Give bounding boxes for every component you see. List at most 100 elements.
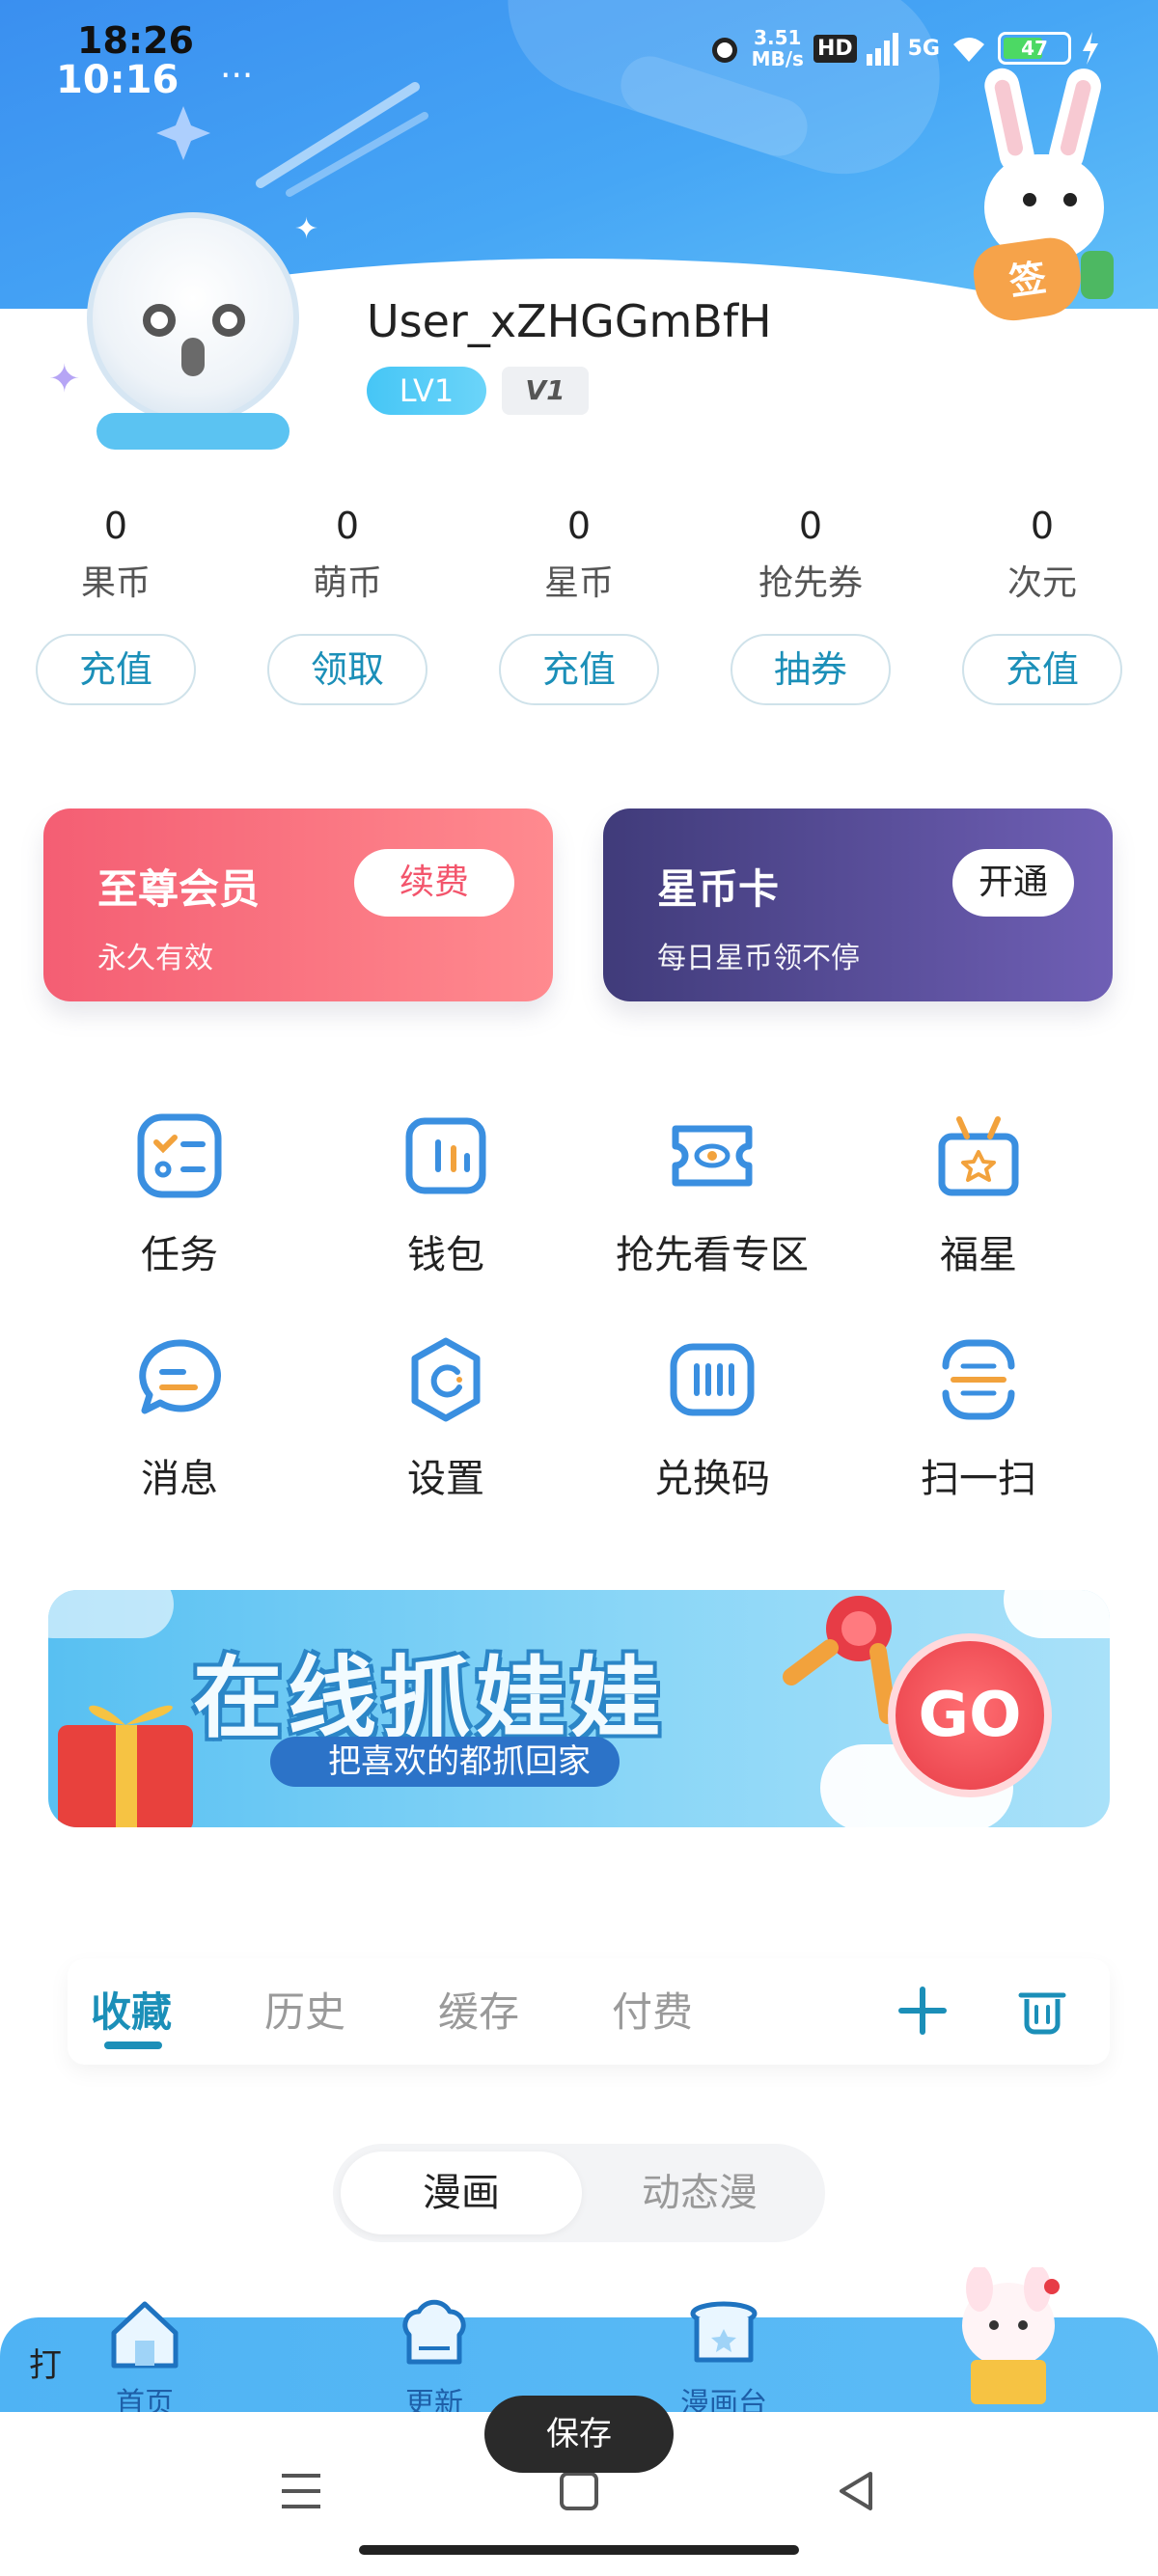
home-icon — [111, 2301, 179, 2369]
status-time: 10:16 — [56, 58, 179, 102]
scan-icon — [942, 1339, 1015, 1420]
net-type: 5G — [907, 36, 940, 61]
claw-machine-banner[interactable]: 在线抓娃娃 把喜欢的都抓回家 GO — [48, 1590, 1110, 1827]
avatar-eye-left — [143, 304, 176, 337]
grid-label: 福星 — [940, 1233, 1017, 1277]
trash-icon[interactable] — [1015, 1984, 1069, 2038]
tab-history[interactable]: 历史 — [264, 1980, 345, 2039]
draw-coupon-button[interactable]: 抽券 — [731, 634, 891, 705]
currency-value: 0 — [566, 505, 592, 547]
tab-favorites[interactable]: 收藏 — [91, 1980, 172, 2039]
currency-ciyuan: 0 次元 充值 — [946, 497, 1139, 705]
net-speed-value: 3.51 — [754, 26, 802, 49]
chef-hat-icon — [402, 2299, 466, 2365]
app-screen: 18:26 10:16 ··· 3.51 MB/s HD 5G 47 ✦ ✦ U… — [0, 0, 1158, 2576]
currency-xingbi: 0 星币 充值 — [482, 497, 676, 705]
claim-mengbi-button[interactable]: 领取 — [267, 634, 427, 705]
currency-value: 0 — [798, 505, 823, 547]
vip-card-title: 至尊会员 — [97, 865, 261, 913]
star-card-subtitle: 每日星币领不停 — [657, 942, 860, 975]
grid-item-preview[interactable]: 抢先看专区 — [579, 1110, 845, 1279]
star-card-title: 星币卡 — [657, 865, 780, 913]
avatar[interactable]: ✦ ✦ — [48, 193, 319, 463]
wifi-icon — [953, 38, 984, 62]
currency-value: 0 — [103, 505, 128, 547]
currency-label: 果币 — [80, 563, 151, 603]
grid-item-redeem[interactable]: 兑换码 — [579, 1333, 845, 1503]
vip-card[interactable]: 至尊会员 永久有效 续费 — [43, 808, 553, 1001]
menu-icon[interactable] — [272, 2462, 330, 2520]
nav-comic-stage[interactable]: 漫画台 — [647, 2296, 801, 2422]
feature-grid: 任务 钱包 抢先看专区 福星 消息 设置 兑换码 扫一扫 — [0, 1110, 1158, 1534]
carrot-leaf-icon — [1081, 251, 1114, 299]
banner-go-button[interactable]: GO — [888, 1633, 1052, 1797]
grid-label: 钱包 — [407, 1233, 484, 1277]
rabbit-eye-left — [1023, 193, 1036, 206]
nav-mascot-icon[interactable] — [936, 2267, 1081, 2412]
add-icon[interactable] — [896, 1984, 950, 2038]
sign-in-rabbit[interactable]: 签 — [969, 65, 1119, 326]
status-time-back: 18:26 — [77, 19, 194, 62]
currency-value: 0 — [335, 505, 360, 547]
status-right-group: 3.51 MB/s HD 5G 47 — [707, 27, 1100, 69]
sparkle-icon: ✦ — [48, 357, 81, 401]
recharge-xingbi-button[interactable]: 充值 — [499, 634, 659, 705]
home-indicator[interactable] — [359, 2545, 799, 2555]
avatar-helmet-ring — [96, 413, 290, 450]
barcode-icon — [670, 1343, 755, 1416]
rabbit-eye-right — [1063, 193, 1077, 206]
back-icon[interactable] — [828, 2462, 886, 2520]
nav-update[interactable]: 更新 — [357, 2296, 511, 2422]
currency-label: 萌币 — [312, 563, 382, 603]
grid-item-wallet[interactable]: 钱包 — [313, 1110, 579, 1279]
level-badge[interactable]: LV1 — [367, 367, 486, 415]
recharge-guobi-button[interactable]: 充值 — [36, 634, 196, 705]
vip-card-subtitle: 永久有效 — [97, 942, 213, 975]
signal-icon — [866, 31, 898, 66]
currency-value: 0 — [1030, 505, 1055, 547]
grid-item-message[interactable]: 消息 — [46, 1333, 313, 1503]
grid-label: 扫一扫 — [921, 1457, 1036, 1501]
gift-star-icon — [938, 1116, 1019, 1196]
content-type-segment: 漫画 动态漫 — [333, 2144, 825, 2242]
banner-subtitle: 把喜欢的都抓回家 — [270, 1737, 620, 1787]
activate-button[interactable]: 开通 — [952, 849, 1074, 917]
status-more-dots: ··· — [220, 56, 254, 96]
renew-button[interactable]: 续费 — [354, 849, 514, 917]
wallet-icon — [405, 1117, 486, 1194]
segment-animated-comic[interactable]: 动态漫 — [582, 2151, 817, 2234]
avatar-helmet — [87, 212, 299, 425]
cloud-decoration — [1004, 1590, 1110, 1638]
nav-home[interactable]: 首页 — [68, 2296, 222, 2422]
segment-comic[interactable]: 漫画 — [341, 2151, 582, 2234]
hd-badge: HD — [813, 34, 857, 63]
sparkle-icon: ✦ — [294, 212, 319, 246]
currency-mengbi: 0 萌币 领取 — [251, 497, 444, 705]
username[interactable]: User_xZHGGmBfH — [367, 295, 772, 347]
grid-label: 消息 — [141, 1457, 218, 1501]
gift-box-icon — [58, 1705, 193, 1827]
recharge-ciyuan-button[interactable]: 充值 — [962, 634, 1122, 705]
bottom-nav: 打 首页 更新 漫画台 — [0, 2267, 1158, 2421]
tab-paid[interactable]: 付费 — [612, 1980, 693, 2039]
grid-item-task[interactable]: 任务 — [46, 1110, 313, 1279]
currency-label: 星币 — [543, 563, 614, 603]
grid-item-scan[interactable]: 扫一扫 — [845, 1333, 1112, 1503]
star-coin-card[interactable]: 星币卡 每日星币领不停 开通 — [603, 808, 1113, 1001]
charging-icon — [1083, 32, 1098, 65]
grid-item-fuxing[interactable]: 福星 — [845, 1110, 1112, 1279]
bottom-nav-edge-text: 打 — [29, 2346, 62, 2385]
tab-active-indicator — [104, 2042, 162, 2049]
grid-item-settings[interactable]: 设置 — [313, 1333, 579, 1503]
currency-coupon: 0 抢先券 抽券 — [714, 497, 907, 705]
tab-cache[interactable]: 缓存 — [438, 1980, 519, 2039]
currency-row: 0 果币 充值 0 萌币 领取 0 星币 充值 0 抢先券 抽券 0 次元 充值 — [0, 497, 1158, 719]
avatar-mouth — [181, 338, 205, 376]
vip-level-badge[interactable]: V1 — [502, 367, 589, 415]
net-speed-unit: MB/s — [751, 47, 804, 70]
sign-in-carrot: 签 — [969, 233, 1087, 326]
battery-level: 47 — [1021, 37, 1048, 60]
save-toast[interactable]: 保存 — [484, 2396, 674, 2473]
avatar-eye-right — [212, 304, 245, 337]
cloud-decoration — [48, 1590, 174, 1638]
